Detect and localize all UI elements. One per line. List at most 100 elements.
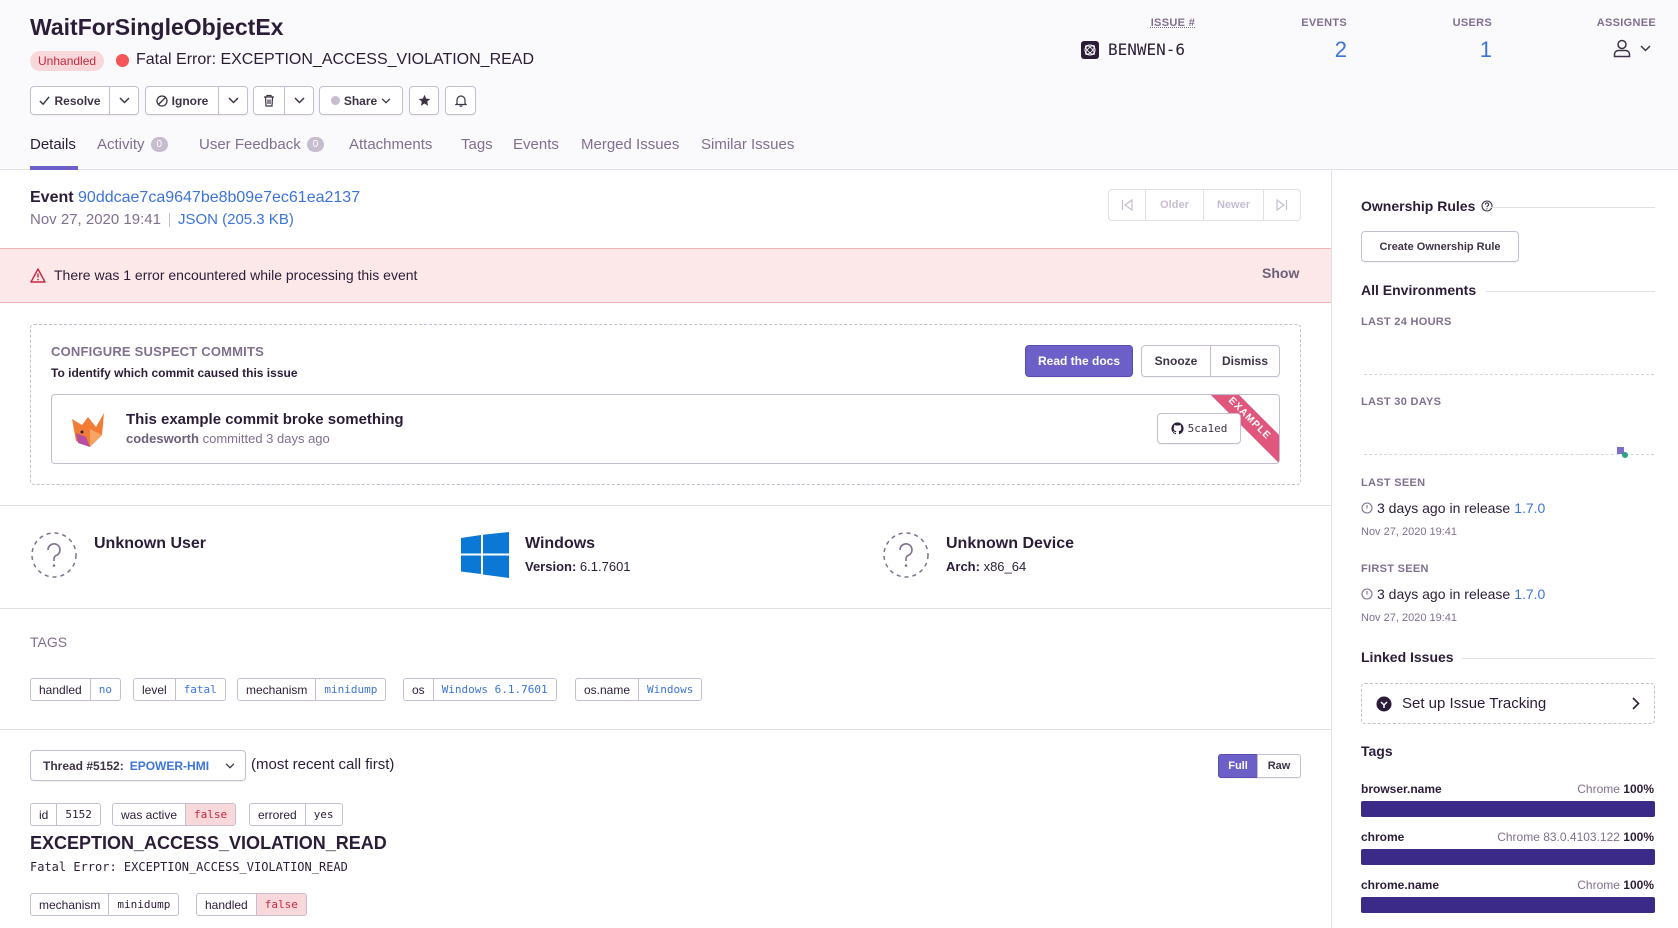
tag-key: os	[404, 679, 434, 700]
chevron-down-icon	[293, 97, 305, 104]
sidebar-tag-distribution-bar[interactable]	[1361, 897, 1655, 913]
tag-value[interactable]: Windows	[639, 679, 701, 700]
issue-short-id[interactable]: BENWEN-6	[1108, 40, 1185, 59]
last-30d-graph[interactable]	[1364, 454, 1654, 455]
bell-icon	[454, 95, 467, 107]
tab-similar-issues[interactable]: Similar Issues	[701, 136, 794, 153]
project-avatar-icon	[1081, 41, 1099, 59]
ignore-button[interactable]: Ignore	[145, 86, 219, 115]
resolve-dropdown-button[interactable]	[109, 86, 139, 115]
sidebar-tag-distribution-bar[interactable]	[1361, 801, 1655, 817]
check-icon	[39, 96, 51, 106]
integration-icon	[1376, 696, 1392, 711]
older-event-button[interactable]: Older	[1146, 190, 1204, 220]
star-icon	[418, 94, 430, 106]
event-json-link[interactable]: JSON (205.3 KB)	[178, 211, 294, 228]
issue-error-message: Fatal Error: EXCEPTION_ACCESS_VIOLATION_…	[136, 51, 535, 68]
section-divider	[0, 729, 1331, 730]
users-count[interactable]: 1	[1410, 37, 1492, 63]
thread-label: Thread #5152:	[43, 758, 124, 773]
environments-title[interactable]: All Environments	[1361, 282, 1476, 298]
linked-issues-title: Linked Issues	[1361, 649, 1454, 665]
meta-key: handled	[197, 894, 257, 915]
newest-event-button[interactable]	[1264, 190, 1300, 220]
tag-value[interactable]: Windows 6.1.7601	[434, 679, 556, 700]
bookmark-button[interactable]	[409, 86, 439, 115]
tab-activity[interactable]: Activity 0	[97, 136, 169, 153]
thread-selector[interactable]: Thread #5152: EPOWER-HMI	[30, 750, 246, 781]
read-docs-button[interactable]: Read the docs	[1025, 345, 1133, 377]
snooze-button[interactable]: Snooze	[1141, 345, 1211, 377]
newer-event-button[interactable]: Newer	[1204, 190, 1264, 220]
delete-dropdown-button[interactable]	[284, 86, 314, 115]
meta-value: false	[186, 804, 236, 825]
delete-button[interactable]	[253, 86, 285, 115]
stack-raw-toggle[interactable]: Raw	[1257, 754, 1301, 778]
first-seen-label: FIRST SEEN	[1361, 563, 1429, 575]
first-seen-value: 3 days ago in release 1.7.0	[1361, 586, 1545, 602]
tab-label: Tags	[461, 136, 493, 153]
skip-back-icon	[1121, 199, 1133, 211]
commit-byline: codesworth committed 3 days ago	[126, 431, 330, 446]
events-label: EVENTS	[1301, 17, 1347, 29]
tab-tags[interactable]: Tags	[461, 136, 493, 153]
last-24h-graph[interactable]	[1364, 374, 1654, 375]
clock-icon	[1361, 588, 1373, 600]
last-24-hours-label: LAST 24 HOURS	[1361, 316, 1452, 328]
tab-user-feedback[interactable]: User Feedback 0	[199, 136, 325, 153]
exception-value: Fatal Error: EXCEPTION_ACCESS_VIOLATION_…	[30, 860, 348, 874]
event-tag-handled[interactable]: handled no	[30, 678, 121, 701]
show-errors-button[interactable]: Show	[1262, 265, 1299, 281]
setup-issue-tracking-button[interactable]: Set up Issue Tracking	[1361, 683, 1655, 724]
active-tab-indicator	[30, 166, 78, 170]
last-seen-ago: 3 days ago	[1377, 500, 1446, 516]
tag-key: handled	[31, 679, 91, 700]
chevron-down-icon	[1640, 44, 1651, 52]
share-button[interactable]: Share	[319, 86, 403, 115]
meta-value: false	[256, 894, 306, 915]
resolve-button[interactable]: Resolve	[30, 86, 110, 115]
tag-value[interactable]: minidump	[316, 679, 385, 700]
tag-value[interactable]: no	[91, 679, 120, 700]
ignore-dropdown-button[interactable]	[218, 86, 248, 115]
commit-message: This example commit broke something	[126, 411, 404, 428]
last-seen-release-link[interactable]: 1.7.0	[1514, 500, 1545, 516]
chevron-down-icon	[225, 762, 235, 769]
last-seen-date: Nov 27, 2020 19:41	[1361, 526, 1458, 538]
event-tag-level[interactable]: level fatal	[133, 678, 226, 701]
tag-value[interactable]: fatal	[176, 679, 225, 700]
create-ownership-rule-button[interactable]: Create Ownership Rule	[1361, 231, 1519, 262]
ownership-rules-label: Ownership Rules	[1361, 198, 1476, 214]
commit-sha-button[interactable]: 5ca1ed	[1157, 413, 1241, 444]
stack-full-toggle[interactable]: Full	[1218, 754, 1258, 778]
tag-key: os.name	[576, 679, 640, 700]
sidebar-tag-distribution-bar[interactable]	[1361, 849, 1655, 865]
assignee-label: ASSIGNEE	[1596, 17, 1656, 29]
stack-order-note: (most recent call first)	[251, 756, 395, 773]
release-marker[interactable]	[1622, 452, 1628, 458]
event-tag-os[interactable]: os Windows 6.1.7601	[403, 678, 557, 701]
resolve-label: Resolve	[54, 93, 101, 108]
windows-logo-icon	[461, 532, 509, 581]
dismiss-button[interactable]: Dismiss	[1210, 345, 1280, 377]
event-id-link[interactable]: 90ddcae7ca9647be8b09e7ec61ea2137	[78, 189, 360, 206]
events-count[interactable]: 2	[1270, 37, 1347, 63]
ownership-rules-title: Ownership Rules	[1361, 198, 1493, 214]
heading-rule	[1490, 207, 1655, 208]
user-context-title: Unknown User	[94, 535, 207, 552]
share-label: Share	[343, 93, 378, 108]
question-icon[interactable]	[1481, 200, 1493, 212]
subscribe-button[interactable]	[445, 86, 476, 115]
tab-events[interactable]: Events	[513, 136, 559, 153]
tab-attachments[interactable]: Attachments	[349, 136, 432, 153]
first-seen-release-link[interactable]: 1.7.0	[1514, 586, 1545, 602]
event-tag-mechanism[interactable]: mechanism minidump	[237, 678, 387, 701]
oldest-event-button[interactable]	[1109, 190, 1146, 220]
tab-details[interactable]: Details	[30, 136, 76, 153]
event-tag-os-name[interactable]: os.name Windows	[575, 678, 703, 701]
tab-merged-issues[interactable]: Merged Issues	[581, 136, 679, 153]
user-icon	[1613, 39, 1631, 58]
device-context-title: Unknown Device	[946, 535, 1075, 552]
tab-count-badge: 0	[150, 137, 169, 152]
assignee-selector[interactable]	[1612, 38, 1651, 58]
